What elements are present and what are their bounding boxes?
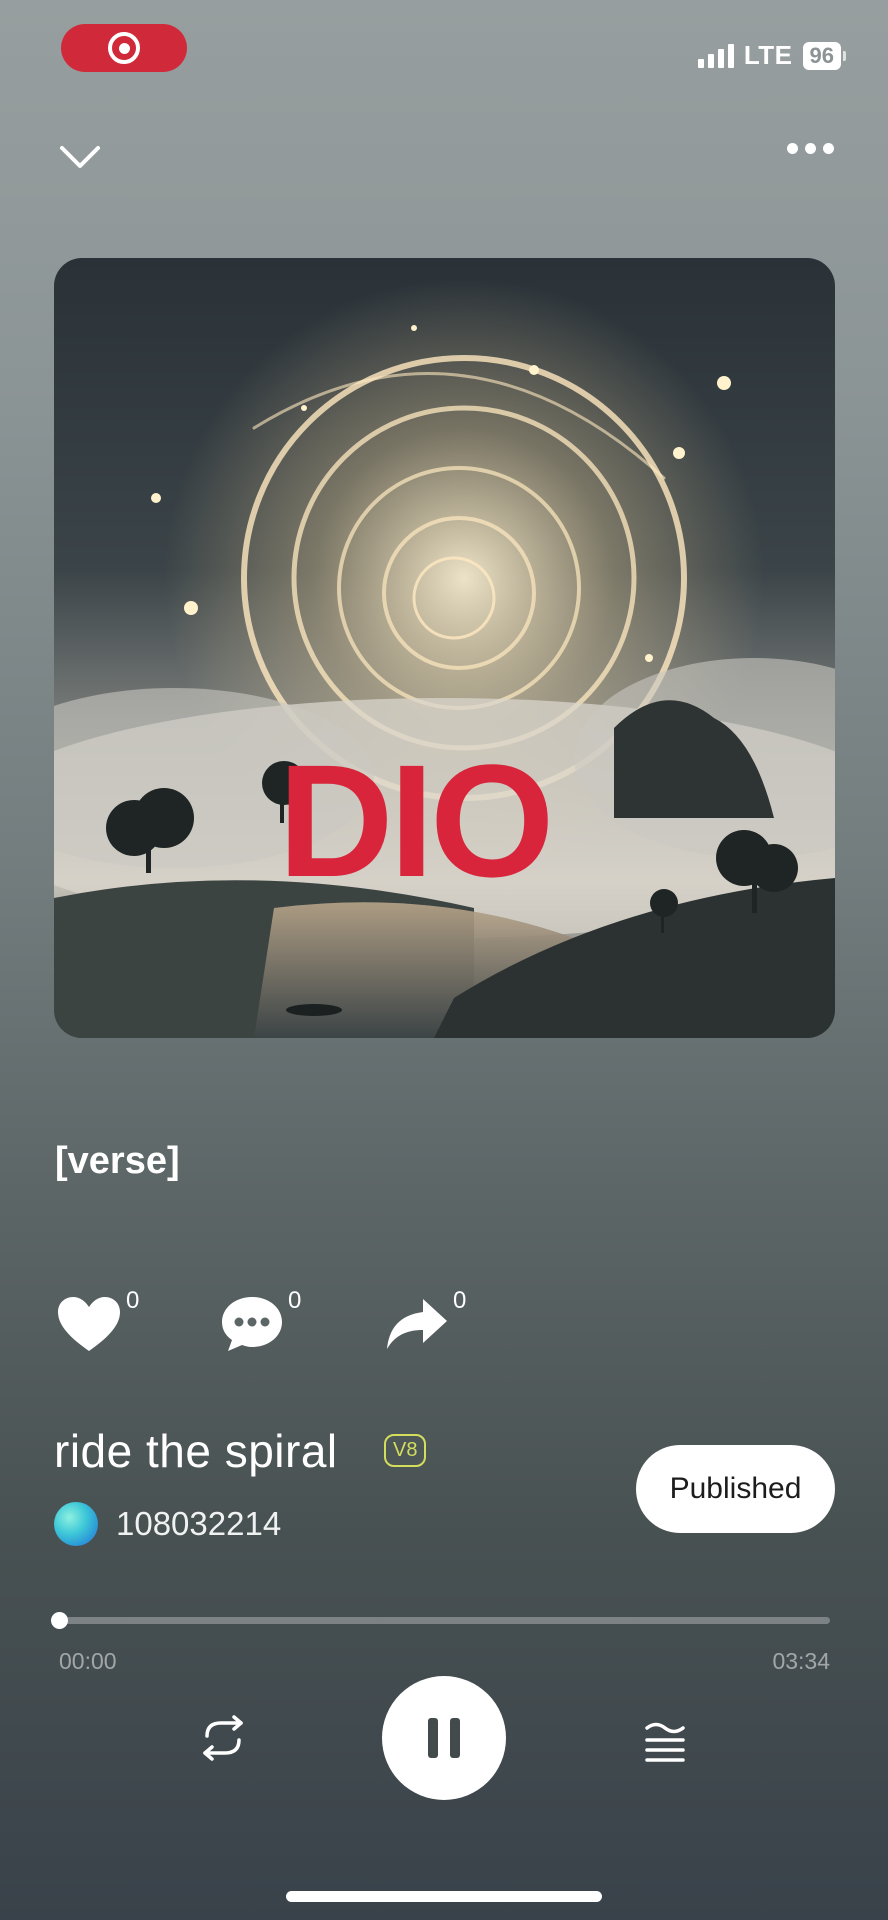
progress-bar[interactable]: [59, 1617, 830, 1624]
signal-icon: [697, 43, 734, 68]
screen-recording-indicator[interactable]: [61, 24, 187, 72]
battery-level: 96: [802, 41, 841, 70]
artwork-title: DIO: [278, 731, 554, 910]
pause-button[interactable]: [382, 1676, 506, 1800]
current-time: 00:00: [59, 1648, 117, 1674]
pause-icon: [428, 1718, 438, 1758]
artist-name[interactable]: 108032214: [116, 1505, 281, 1543]
like-button[interactable]: 0: [56, 1287, 139, 1353]
comment-button[interactable]: 0: [220, 1287, 301, 1353]
album-artwork: DIO: [54, 258, 835, 1038]
song-title: ride the spiral: [54, 1425, 338, 1477]
home-indicator[interactable]: [286, 1891, 602, 1902]
record-icon: [108, 32, 140, 64]
avatar[interactable]: [54, 1502, 98, 1546]
network-type: LTE: [743, 40, 793, 70]
share-count: 0: [453, 1287, 467, 1314]
more-dots-icon[interactable]: [787, 143, 834, 154]
queue-icon[interactable]: [643, 1718, 687, 1762]
lyric-next-line: [55, 1212, 555, 1228]
chevron-down-icon[interactable]: [58, 140, 102, 174]
status-bar-right: LTE 96: [697, 40, 846, 71]
share-button[interactable]: 0: [385, 1287, 466, 1353]
comment-count: 0: [288, 1287, 302, 1314]
repeat-icon[interactable]: [197, 1714, 249, 1762]
published-button[interactable]: Published: [636, 1445, 835, 1533]
artist-info[interactable]: 108032214: [54, 1502, 281, 1546]
heart-icon: [58, 1297, 120, 1351]
share-icon: [387, 1299, 447, 1349]
total-time: 03:34: [772, 1648, 830, 1674]
progress-handle[interactable]: [51, 1612, 68, 1629]
comment-icon: [222, 1297, 282, 1351]
version-badge: V8: [384, 1434, 427, 1467]
like-count: 0: [126, 1287, 140, 1314]
battery-icon: 96: [802, 41, 846, 70]
lyric-section-label: [verse]: [55, 1140, 180, 1182]
